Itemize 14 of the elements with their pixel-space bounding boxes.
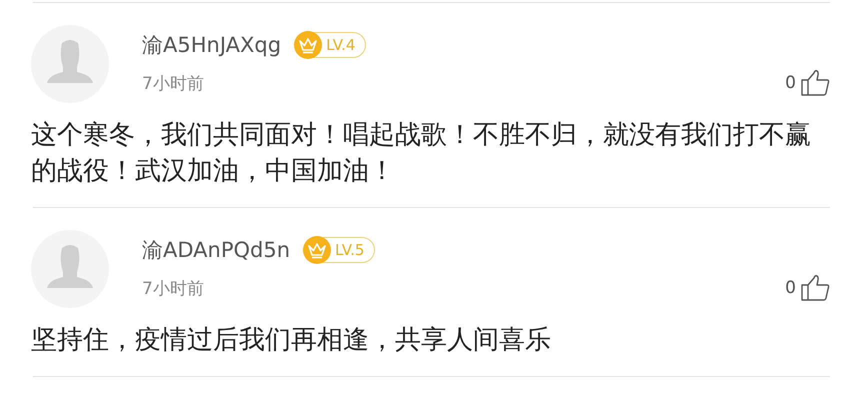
thumbs-up-icon[interactable] [800,69,830,97]
username[interactable]: 渝ADAnPQd5n [142,236,290,264]
timestamp: 7小时前 [142,72,204,94]
thumbs-up-icon[interactable] [800,274,830,302]
like-count: 0 [785,73,796,93]
comment-text: 坚持住，疫情过后我们再相逢，共享人间喜乐 [31,324,552,357]
crown-icon [294,31,322,59]
crown-icon [303,236,332,264]
level-badge: LV.5 [304,237,376,263]
comment-text: 这个寒冬，我们共同面对！唱起战歌！不胜不归，就没有我们打不赢的战役！武汉加油，中国加油！ [31,119,812,188]
like-count: 0 [785,278,796,298]
timestamp: 7小时前 [142,278,204,300]
username[interactable]: 渝A5HnJAXqg [142,31,282,59]
level-badge: LV.4 [295,32,366,58]
